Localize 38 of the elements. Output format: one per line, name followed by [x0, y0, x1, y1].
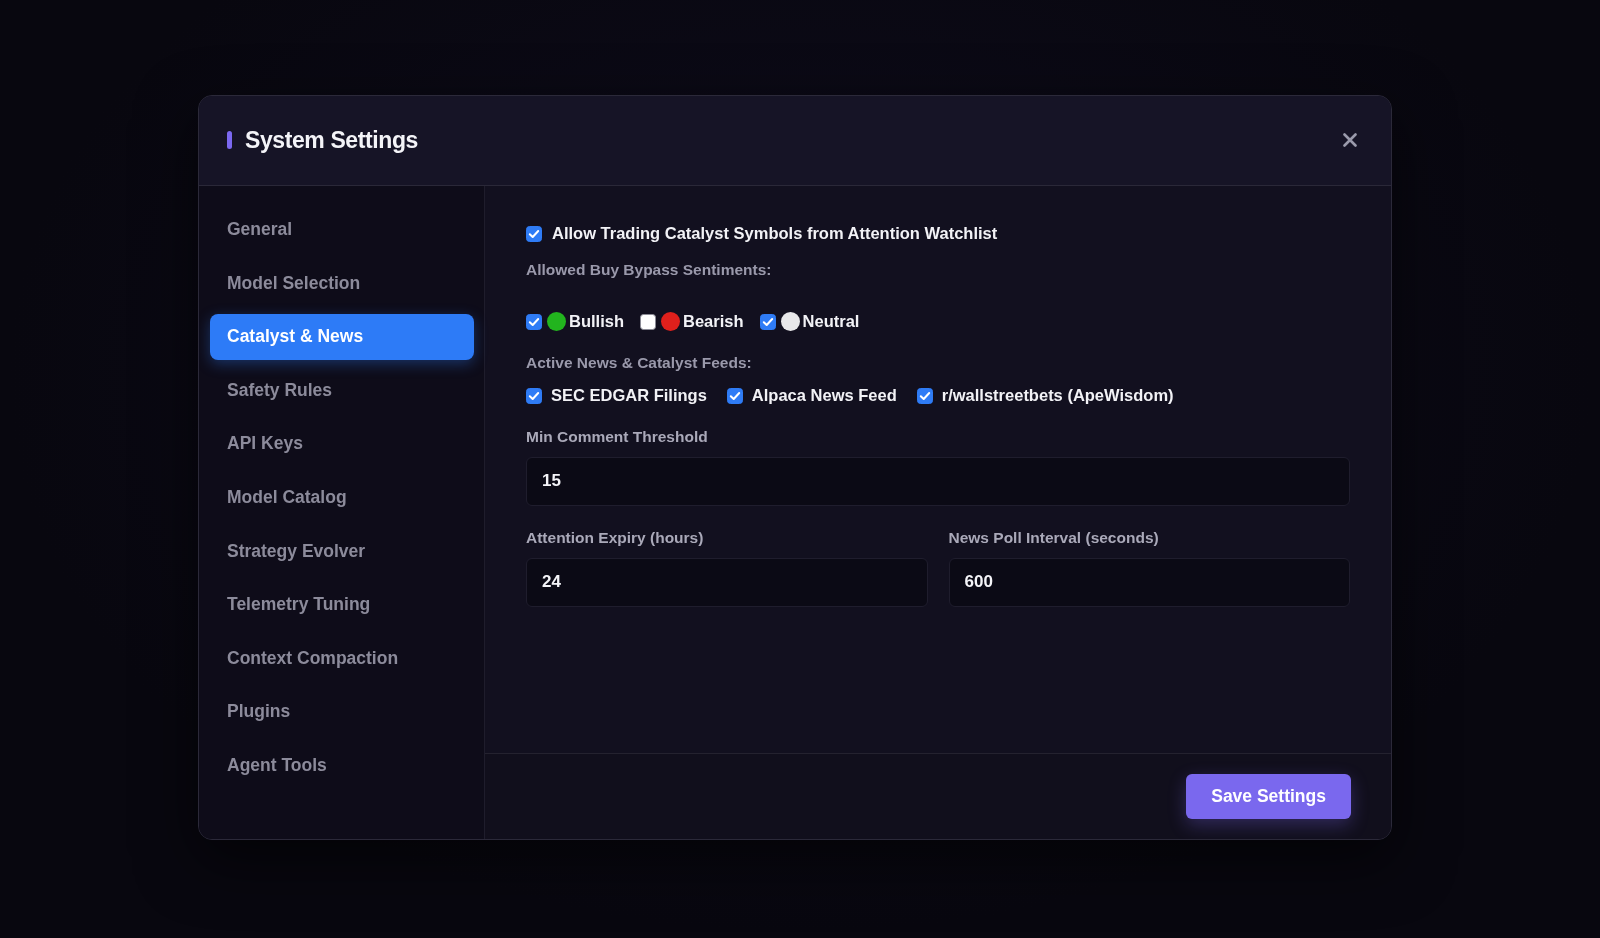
checkbox[interactable] — [759, 313, 776, 330]
field-label: Min Comment Threshold — [526, 426, 709, 447]
checkbox-label[interactable]: Allow Trading Catalyst Symbols from Attention Watchlist — [552, 224, 998, 243]
sidebar-item[interactable]: Context Compaction — [210, 635, 474, 682]
checkbox[interactable] — [526, 387, 542, 404]
sidebar-item[interactable]: Catalyst & News — [210, 313, 474, 360]
checkbox[interactable] — [526, 225, 542, 242]
checkbox[interactable] — [916, 387, 933, 404]
field-label: News Poll Interval (seconds) — [948, 527, 1160, 548]
checkbox-label[interactable]: SEC EDGAR Filings — [551, 386, 707, 405]
sidebar-item[interactable]: Model Selection — [210, 260, 474, 307]
close-icon — [1343, 133, 1357, 147]
number-field[interactable]: 15 — [526, 456, 1350, 506]
checkbox-label[interactable]: Alpaca News Feed — [751, 386, 897, 405]
checkbox-label[interactable]: r/wallstreetbets (ApeWisdom) — [941, 386, 1174, 405]
field-label: Attention Expiry (hours) — [526, 527, 705, 548]
dialog-title: System Settings — [245, 126, 418, 154]
section-label: Allowed Buy Bypass Sentiments: — [526, 259, 773, 280]
sidebar-item[interactable]: Safety Rules — [210, 367, 474, 414]
sidebar-item[interactable]: API Keys — [210, 420, 474, 467]
close-button[interactable] — [1343, 133, 1357, 147]
checkbox[interactable] — [640, 313, 656, 330]
save-button[interactable]: Save Settings — [1186, 773, 1351, 819]
sidebar-item[interactable]: Telemetry Tuning — [210, 581, 474, 628]
checkbox-label[interactable]: Bullish — [569, 312, 624, 331]
checkbox[interactable] — [726, 387, 743, 404]
sidebar-item[interactable]: Plugins — [210, 688, 474, 735]
number-field[interactable]: 24 — [526, 557, 928, 607]
number-field[interactable]: 600 — [948, 557, 1350, 607]
sidebar-item[interactable]: Model Catalog — [210, 474, 474, 521]
sidebar-item[interactable]: General — [210, 206, 474, 253]
checkbox-label[interactable]: Bearish — [683, 312, 744, 331]
section-label: Active News & Catalyst Feeds: — [526, 352, 753, 373]
checkbox-label[interactable]: Neutral — [802, 312, 860, 331]
sidebar-item[interactable]: Strategy Evolver — [210, 528, 474, 575]
sidebar-item[interactable]: Agent Tools — [210, 742, 474, 789]
checkbox[interactable] — [526, 313, 542, 330]
title-accent-icon — [227, 131, 232, 149]
